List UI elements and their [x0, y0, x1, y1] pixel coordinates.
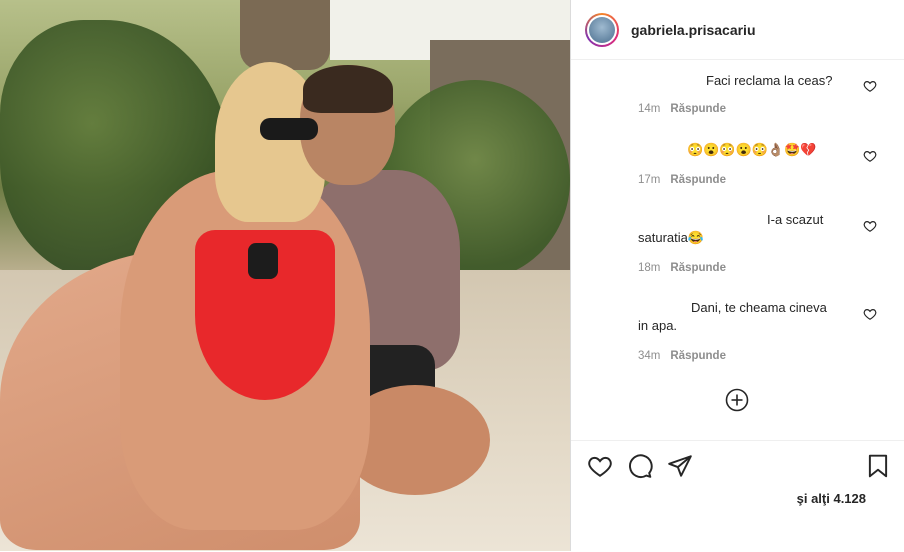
comment-icon[interactable]	[627, 453, 653, 479]
comment-text-continued: in apa.	[638, 318, 678, 333]
post-sidebar: gabriela.prisacariu Faci reclama la ceas…	[570, 0, 904, 551]
heart-icon[interactable]	[863, 219, 877, 233]
paper-plane-icon[interactable]	[667, 453, 693, 479]
heart-icon[interactable]	[863, 79, 877, 93]
avatar-image	[589, 16, 615, 43]
post-photo[interactable]	[0, 0, 570, 551]
comment-time: 34m	[638, 350, 661, 362]
comment-time: 18m	[638, 262, 661, 274]
comment-text: Faci reclama la ceas?	[706, 73, 833, 88]
post-header: gabriela.prisacariu	[571, 0, 904, 60]
comment-meta: 34m Răspunde	[638, 350, 726, 362]
photo-man-hair	[303, 65, 393, 113]
comment-meta: 17m Răspunde	[638, 174, 726, 186]
reply-button[interactable]: Răspunde	[670, 174, 726, 186]
comment-time: 14m	[638, 103, 661, 115]
reply-button[interactable]: Răspunde	[670, 103, 726, 115]
comment-text: I-a scazut	[767, 212, 824, 227]
plus-circle-icon[interactable]	[725, 388, 749, 412]
reply-button[interactable]: Răspunde	[670, 262, 726, 274]
instagram-post: gabriela.prisacariu Faci reclama la ceas…	[0, 0, 904, 551]
avatar-ring	[587, 14, 617, 45]
bookmark-icon[interactable]	[865, 453, 891, 479]
photo-sunglasses	[260, 118, 318, 140]
comment-text-continued: saturatia😂	[638, 230, 705, 245]
reply-button[interactable]: Răspunde	[670, 350, 726, 362]
heart-icon[interactable]	[587, 453, 613, 479]
photo-watch	[248, 243, 278, 279]
likes-count[interactable]: şi alţi 4.128	[797, 491, 866, 506]
comment-text: 😳😮😳😮😳👌🏽🤩💔	[687, 142, 817, 157]
comment-text: Dani, te cheama cineva	[691, 300, 827, 315]
post-actions: şi alţi 4.128	[571, 440, 904, 552]
comment-time: 17m	[638, 174, 661, 186]
comment-meta: 18m Răspunde	[638, 262, 726, 274]
heart-icon[interactable]	[863, 307, 877, 321]
photo-palm-trunk	[240, 0, 330, 70]
heart-icon[interactable]	[863, 149, 877, 163]
comment-meta: 14m Răspunde	[638, 103, 726, 115]
username-link[interactable]: gabriela.prisacariu	[631, 22, 756, 38]
comments-list[interactable]: Faci reclama la ceas? 14m Răspunde 😳😮😳😮😳👌…	[571, 60, 904, 440]
avatar[interactable]	[585, 12, 619, 47]
